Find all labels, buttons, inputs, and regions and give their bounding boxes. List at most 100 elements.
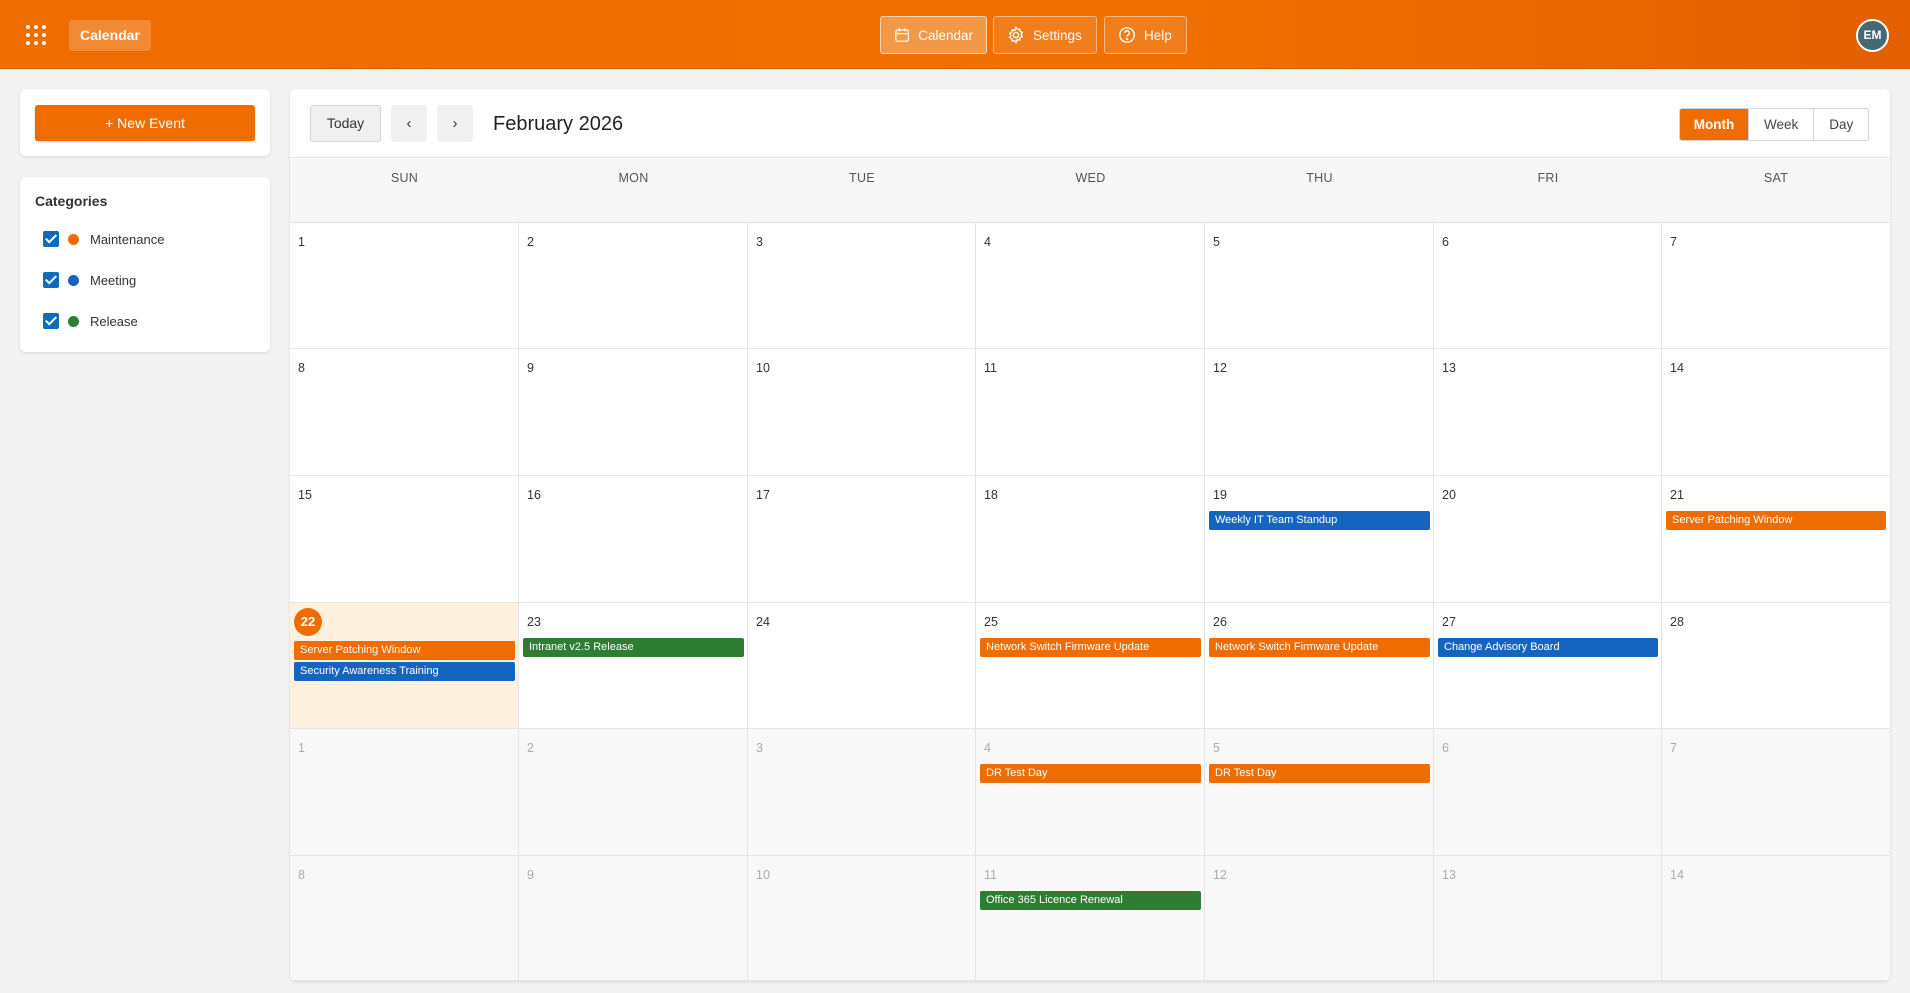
day-cell-today[interactable]: 22 Server Patching Window Security Awarene… [290,603,519,729]
day-cell[interactable]: 13 [1434,856,1662,981]
day-number: 18 [984,488,998,502]
nav-settings-button[interactable]: Settings [993,16,1097,54]
day-number: 28 [1670,615,1684,629]
day-number: 12 [1213,361,1227,375]
day-cell[interactable]: 11 Office 365 Licence Renewal [976,856,1205,981]
day-number: 3 [756,741,763,755]
day-cell[interactable]: 5 DR Test Day [1205,729,1434,856]
day-cell[interactable]: 3 [748,729,976,856]
event-chip[interactable]: Server Patching Window [294,641,515,660]
day-cell[interactable]: 14 [1662,856,1890,981]
help-icon [1119,27,1135,43]
day-number: 21 [1670,488,1684,502]
weekday-label: TUE [849,171,875,185]
day-cell[interactable]: 17 [748,476,976,603]
day-cell[interactable]: 7 [1662,223,1890,349]
day-cell[interactable]: 18 [976,476,1205,603]
event-chip[interactable]: Office 365 Licence Renewal [980,891,1201,910]
event-chip[interactable]: Server Patching Window [1666,511,1886,530]
day-number: 6 [1442,235,1449,249]
event-chip[interactable]: Intranet v2.5 Release [523,638,744,657]
day-cell[interactable]: 8 [290,349,519,476]
day-number: 2 [527,741,534,755]
day-cell[interactable]: 6 [1434,223,1662,349]
day-cell[interactable]: 3 [748,223,976,349]
day-cell[interactable]: 25 Network Switch Firmware Update [976,603,1205,729]
day-cell[interactable]: 16 [519,476,748,603]
day-cell[interactable]: 28 [1662,603,1890,729]
day-cell[interactable]: 4 DR Test Day [976,729,1205,856]
day-cell[interactable]: 2 [519,729,748,856]
day-number: 12 [1213,868,1227,882]
day-cell[interactable]: 11 [976,349,1205,476]
event-chip[interactable]: Weekly IT Team Standup [1209,511,1430,530]
day-number: 9 [527,868,534,882]
category-release[interactable]: Release [43,311,138,331]
day-cell[interactable]: 10 [748,856,976,981]
release-checkbox[interactable] [43,313,59,329]
day-cell[interactable]: 7 [1662,729,1890,856]
event-chip[interactable]: Network Switch Firmware Update [1209,638,1430,657]
weekday-label: MON [618,171,649,185]
day-cell[interactable]: 20 [1434,476,1662,603]
day-number: 10 [756,868,770,882]
today-date-badge: 22 [294,608,322,636]
today-button[interactable]: Today [310,105,381,142]
nav-settings-label: Settings [1033,27,1082,43]
day-cell[interactable]: 9 [519,349,748,476]
day-cell[interactable]: 5 [1205,223,1434,349]
nav-help-button[interactable]: Help [1104,16,1187,54]
new-event-button[interactable]: + New Event [35,105,255,141]
view-week-button[interactable]: Week [1748,109,1814,140]
day-cell[interactable]: 1 [290,729,519,856]
day-cell[interactable]: 23 Intranet v2.5 Release [519,603,748,729]
day-cell[interactable]: 1 [290,223,519,349]
weekday-label: FRI [1537,171,1559,185]
app-launcher-icon[interactable] [26,25,46,45]
categories-panel: Categories Maintenance Meeting Release [20,177,270,352]
day-cell[interactable]: 27 Change Advisory Board [1434,603,1662,729]
month-title: February 2026 [493,113,624,135]
day-cell[interactable]: 4 [976,223,1205,349]
next-month-button[interactable]: › [437,105,473,142]
day-cell[interactable]: 14 [1662,349,1890,476]
app-name[interactable]: Calendar [69,20,151,51]
category-meeting[interactable]: Meeting [43,270,136,290]
day-cell[interactable]: 15 [290,476,519,603]
day-number: 3 [756,235,763,249]
day-cell[interactable]: 2 [519,223,748,349]
meeting-checkbox[interactable] [43,272,59,288]
day-number: 11 [984,868,997,882]
category-maintenance[interactable]: Maintenance [43,229,164,249]
day-cell[interactable]: 26 Network Switch Firmware Update [1205,603,1434,729]
day-cell[interactable]: 12 [1205,856,1434,981]
day-number: 7 [1670,741,1677,755]
day-cell[interactable]: 9 [519,856,748,981]
day-number: 10 [756,361,770,375]
avatar[interactable]: EM [1856,19,1889,52]
day-cell[interactable]: 24 [748,603,976,729]
day-number: 25 [984,615,998,629]
release-color-dot [68,315,79,327]
event-chip[interactable]: Network Switch Firmware Update [980,638,1201,657]
event-chip[interactable]: DR Test Day [980,764,1201,783]
day-cell[interactable]: 10 [748,349,976,476]
weekday-label: SAT [1763,171,1789,185]
categories-title: Categories [35,193,108,209]
nav-calendar-button[interactable]: Calendar [880,16,987,54]
maintenance-checkbox[interactable] [43,231,59,247]
previous-month-button[interactable]: ‹ [391,105,427,142]
view-month-button[interactable]: Month [1680,109,1748,140]
day-cell[interactable]: 8 [290,856,519,981]
event-chip[interactable]: Change Advisory Board [1438,638,1658,657]
view-day-button[interactable]: Day [1813,109,1869,140]
day-cell[interactable]: 21 Server Patching Window [1662,476,1890,603]
meeting-color-dot [68,274,79,286]
day-cell[interactable]: 12 [1205,349,1434,476]
day-cell[interactable]: 6 [1434,729,1662,856]
event-chip[interactable]: Security Awareness Training [294,662,515,681]
day-cell[interactable]: 19 Weekly IT Team Standup [1205,476,1434,603]
day-cell[interactable]: 13 [1434,349,1662,476]
event-chip[interactable]: DR Test Day [1209,764,1430,783]
weekday-label: THU [1306,171,1333,185]
